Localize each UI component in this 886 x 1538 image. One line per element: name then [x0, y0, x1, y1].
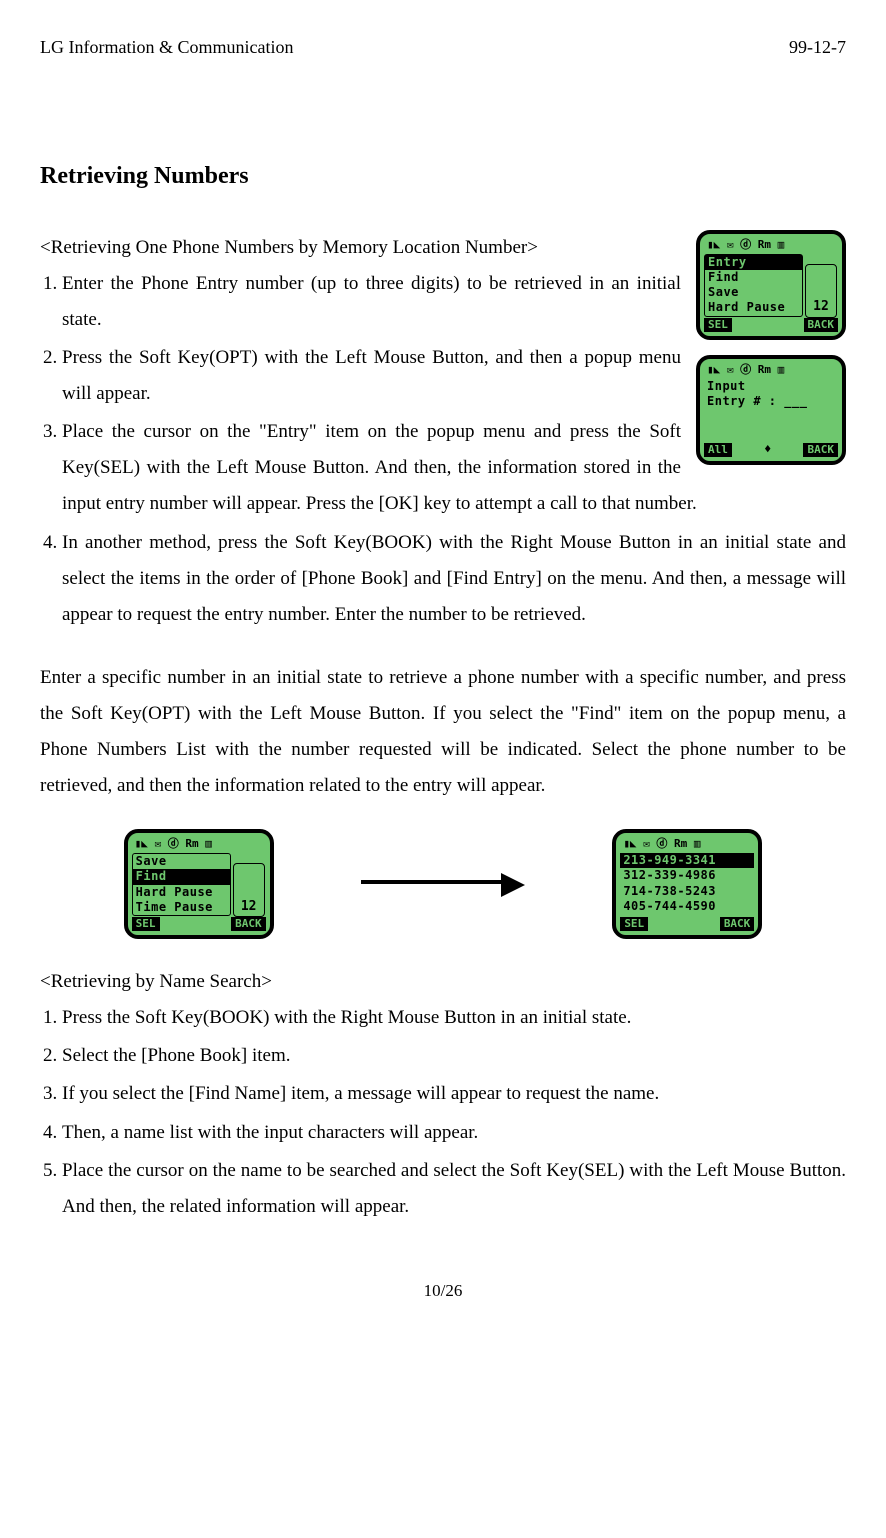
- status-bar: ▮◣ ✉ ⓓ Rm ▥: [704, 238, 838, 252]
- list-item: 714-738-5243: [620, 884, 754, 899]
- softkey-left: SEL: [704, 318, 732, 332]
- lcd-screen-numbers-list: ▮◣ ✉ ⓓ Rm ▥ 213-949-3341 312-339-4986 71…: [612, 829, 762, 939]
- text-line: Input: [704, 379, 838, 394]
- menu-item: Find: [133, 869, 230, 884]
- status-bar: ▮◣ ✉ ⓓ Rm ▥: [620, 837, 754, 851]
- menu-item: Time Pause: [133, 900, 230, 915]
- menu-item: Save: [133, 854, 230, 869]
- menu-item: Save: [705, 285, 802, 300]
- text-line: Entry # : ___: [704, 394, 838, 409]
- document-header: LG Information & Communication 99-12-7: [40, 30, 846, 64]
- instruction-item: Place the cursor on the name to be searc…: [62, 1153, 846, 1225]
- section-title: <Retrieving by Name Search>: [40, 964, 846, 1000]
- menu-item: Entry: [705, 255, 802, 270]
- list-item: 312-339-4986: [620, 868, 754, 883]
- instruction-item: If you select the [Find Name] item, a me…: [62, 1076, 846, 1112]
- nav-indicator-icon: ♦: [764, 443, 771, 456]
- instruction-item: Then, a name list with the input charact…: [62, 1115, 846, 1151]
- instruction-item: Press the Soft Key(BOOK) with the Right …: [62, 1000, 846, 1036]
- softkey-right: BACK: [720, 917, 755, 931]
- arrow-icon: [361, 866, 525, 902]
- lcd-screen-entry-menu: ▮◣ ✉ ⓓ Rm ▥ Entry Find Save Hard Pause 1…: [696, 230, 846, 340]
- list-item: 213-949-3341: [620, 853, 754, 868]
- softkey-right: BACK: [804, 318, 839, 332]
- instruction-list: Press the Soft Key(BOOK) with the Right …: [40, 1000, 846, 1225]
- status-bar: ▮◣ ✉ ⓓ Rm ▥: [132, 837, 266, 851]
- lcd-screen-input-entry: ▮◣ ✉ ⓓ Rm ▥ Input Entry # : ___ All ♦ BA…: [696, 355, 846, 465]
- menu-item: Hard Pause: [133, 885, 230, 900]
- softkey-left: SEL: [132, 917, 160, 931]
- softkey-left: SEL: [620, 917, 648, 931]
- figure-row: ▮◣ ✉ ⓓ Rm ▥ Save Find Hard Pause Time Pa…: [80, 829, 806, 939]
- header-left: LG Information & Communication: [40, 30, 293, 64]
- page-number: 10/26: [40, 1275, 846, 1307]
- body-paragraph: Enter a specific number in an initial st…: [40, 660, 846, 804]
- header-right: 99-12-7: [789, 30, 846, 64]
- menu-item: Hard Pause: [705, 300, 802, 315]
- menu-item: Find: [705, 270, 802, 285]
- lcd-screen-find-menu: ▮◣ ✉ ⓓ Rm ▥ Save Find Hard Pause Time Pa…: [124, 829, 274, 939]
- entry-number-box: 12: [805, 264, 837, 318]
- page-title: Retrieving Numbers: [40, 154, 846, 200]
- list-item: 405-744-4590: [620, 899, 754, 914]
- softkey-left: All: [704, 443, 732, 457]
- status-bar: ▮◣ ✉ ⓓ Rm ▥: [704, 363, 838, 377]
- softkey-right: BACK: [803, 443, 838, 457]
- entry-number-box: 12: [233, 863, 265, 917]
- instruction-item: In another method, press the Soft Key(BO…: [62, 525, 846, 633]
- instruction-item: Select the [Phone Book] item.: [62, 1038, 846, 1074]
- softkey-right: BACK: [231, 917, 266, 931]
